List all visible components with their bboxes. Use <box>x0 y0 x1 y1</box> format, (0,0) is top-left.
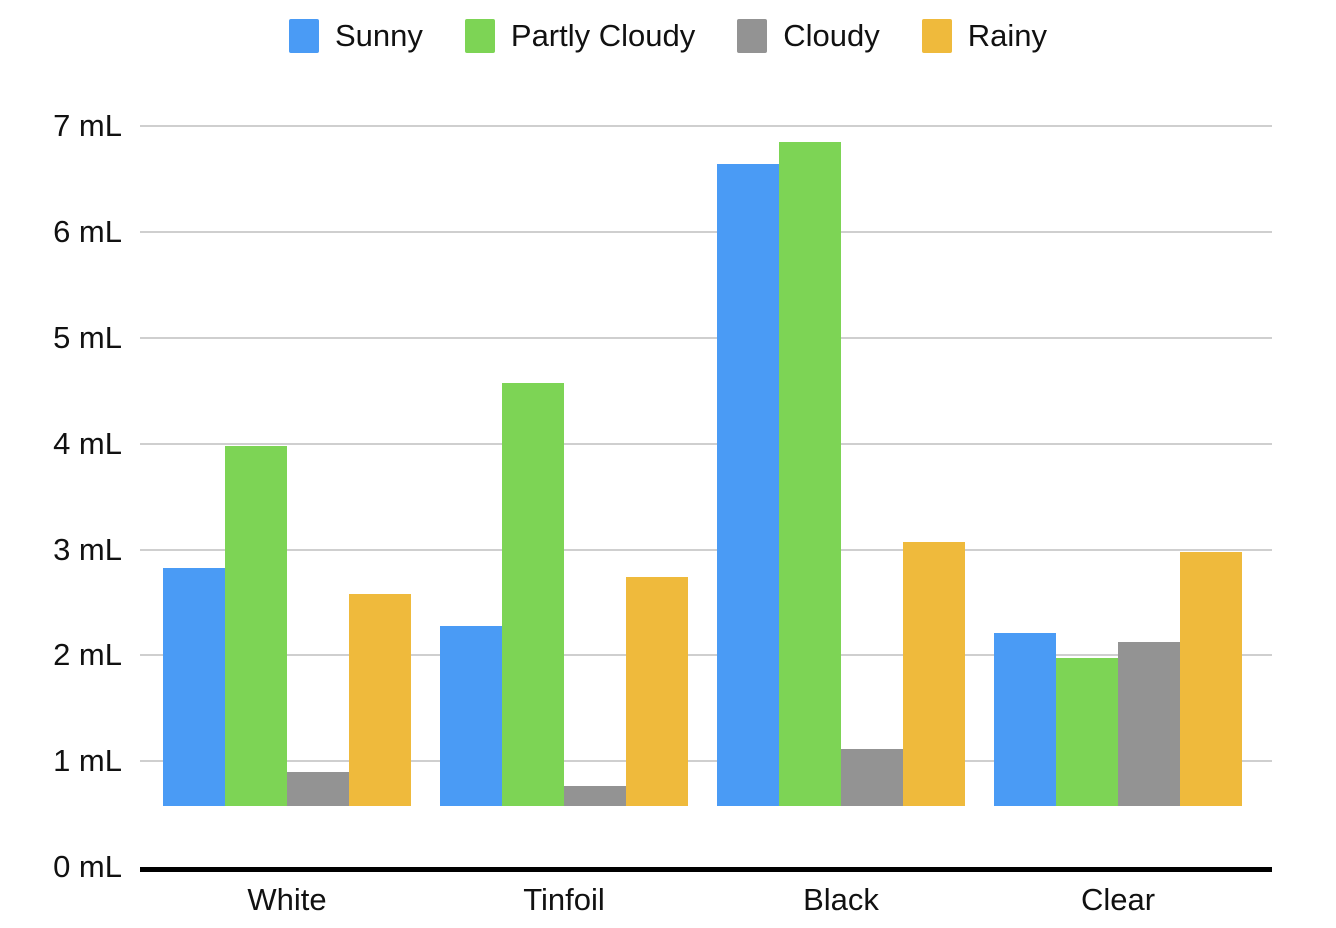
plot-area: 0 mL 1 mL 2 mL 3 mL 4 mL 5 mL 6 mL 7 mL White Ti… <box>0 0 1336 928</box>
x-axis-tick-label-tinfoil: Tinfoil <box>523 882 605 917</box>
bar-clear-partly-cloudy[interactable] <box>1056 657 1118 806</box>
x-axis-line <box>140 867 1272 872</box>
bar-chart: Sunny Partly Cloudy Cloudy Rainy 0 mL 1 mL 2 … <box>0 0 1336 928</box>
x-axis-tick-label-white: White <box>247 882 327 917</box>
x-axis-tick-label-clear: Clear <box>1080 882 1156 917</box>
bar-group-clear <box>0 0 1336 867</box>
bar-clear-rainy[interactable] <box>1180 552 1242 806</box>
bar-clear-sunny[interactable] <box>994 632 1056 806</box>
bar-clear-cloudy[interactable] <box>1118 642 1180 806</box>
x-axis-tick-label-black: Black <box>803 882 879 917</box>
bars-layer <box>0 0 1336 867</box>
